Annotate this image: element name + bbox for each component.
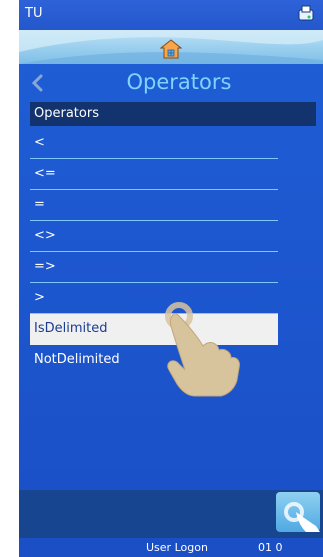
status-title: TU [25, 6, 43, 21]
status-bar: TU [19, 0, 323, 30]
home-icon[interactable] [160, 38, 182, 60]
list-item-less-than[interactable]: < [30, 128, 278, 159]
printer-status-icon[interactable] [297, 4, 315, 24]
page-title: Operators [126, 70, 232, 94]
tap-gesture-hand-icon [165, 302, 240, 397]
confirm-button[interactable] [276, 492, 320, 532]
list-item-equal[interactable]: = [30, 190, 278, 221]
list-item-less-equal[interactable]: <= [30, 159, 278, 190]
user-logon-label[interactable]: User Logon [146, 541, 208, 554]
home-strip [19, 30, 323, 64]
list-item-not-equal[interactable]: <> [30, 221, 278, 252]
tap-hand-icon [284, 502, 320, 532]
list-header: Operators [30, 102, 316, 126]
chevron-left-icon[interactable] [29, 72, 47, 94]
list-item-greater-equal[interactable]: => [30, 252, 278, 283]
clock-label: 01 0 [258, 541, 283, 554]
screen: TU Operators Operators < <= = <> => > Is… [19, 0, 323, 557]
